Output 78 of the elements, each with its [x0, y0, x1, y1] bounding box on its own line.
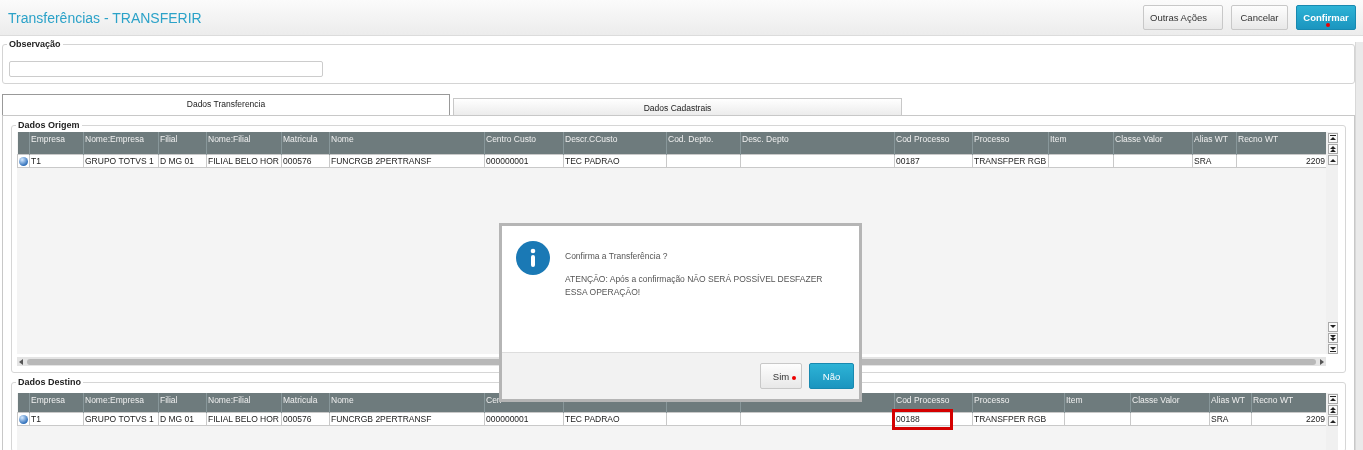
action-button[interactable]: Cancelar [1231, 5, 1288, 30]
column-header[interactable]: Filial [158, 393, 207, 413]
column-header[interactable]: Item [1048, 132, 1114, 155]
table-cell: 2209 [1251, 412, 1327, 426]
table-cell: 2209 [1236, 154, 1327, 168]
info-icon [516, 241, 550, 275]
column-header[interactable]: Processo [972, 393, 1065, 413]
action-button[interactable]: Sim [760, 363, 802, 389]
section-title: Dados Destino [16, 377, 83, 387]
column-header[interactable]: Cod Processo [894, 132, 973, 155]
observacao-field[interactable] [9, 61, 323, 77]
column-header[interactable]: Nome:Empresa [83, 132, 159, 155]
action-button[interactable]: Não [809, 363, 854, 389]
right-arrow-icon[interactable] [1318, 357, 1326, 366]
page-up-icon[interactable] [1328, 405, 1338, 415]
table-cell: D MG 01 [158, 412, 207, 426]
table-cell: TEC PADRAO [563, 412, 667, 426]
table-cell: 000000001 [484, 412, 564, 426]
page-up-icon[interactable] [1328, 144, 1338, 154]
action-button[interactable]: Confirmar [1296, 5, 1356, 30]
table-cell: TEC PADRAO [563, 154, 667, 168]
table-cell: 000000001 [484, 154, 564, 168]
column-header[interactable]: Classe Valor [1113, 132, 1193, 155]
column-header[interactable]: Alias WT [1192, 132, 1237, 155]
table-cell: 000576 [281, 412, 330, 426]
ball-icon [19, 414, 28, 424]
column-header[interactable]: Cod. Depto. [666, 132, 741, 155]
column-header[interactable]: Empresa [29, 132, 84, 155]
column-header[interactable]: Empresa [29, 393, 84, 413]
table-cell: T1 [29, 412, 84, 426]
menu-button[interactable]: Outras Ações [1143, 5, 1223, 30]
field-label: Observação [7, 39, 63, 49]
column-header[interactable]: Classe Valor [1130, 393, 1210, 413]
table-cell: FUNCRGB 2PERTRANSF [329, 412, 485, 426]
column-header[interactable]: Centro Custo [484, 132, 564, 155]
scroll-bottom-icon[interactable] [1328, 344, 1338, 354]
column-header[interactable]: Nome [329, 132, 485, 155]
column-header[interactable]: Matricula [281, 132, 330, 155]
section-title: Dados Origem [16, 120, 82, 130]
column-header[interactable]: Nome:Filial [206, 132, 282, 155]
tab[interactable]: Dados Transferencia [2, 94, 450, 115]
left-arrow-icon[interactable] [17, 357, 25, 366]
dialog-message: ATENÇÃO: Após a confirmação NÃO SERÁ POSSÍVEL DESFAZER ESSA OPERAÇÃO! [565, 273, 824, 299]
column-header[interactable]: Recno WT [1236, 132, 1327, 155]
column-header[interactable]: Recno WT [1251, 393, 1327, 413]
table-cell: D MG 01 [158, 154, 207, 168]
table-cell: SRA [1192, 154, 1237, 168]
scroll-top-icon[interactable] [1328, 394, 1338, 404]
column-header[interactable]: Nome:Empresa [83, 393, 159, 413]
page-down-icon[interactable] [1328, 333, 1338, 343]
table-cell: FUNCRGB 2PERTRANSF [329, 154, 485, 168]
window-title: Transferências - TRANSFERIR [8, 9, 202, 26]
table-cell: SRA [1209, 412, 1252, 426]
table-cell: T1 [29, 154, 84, 168]
column-header[interactable]: Nome:Filial [206, 393, 282, 413]
column-header[interactable]: Filial [158, 132, 207, 155]
table-cell: GRUPO TOTVS 1 [83, 154, 159, 168]
vertical-scrollbar[interactable] [1326, 132, 1338, 354]
column-header[interactable]: Item [1064, 393, 1131, 413]
column-header[interactable]: Matricula [281, 393, 330, 413]
table-cell: GRUPO TOTVS 1 [83, 412, 159, 426]
column-header[interactable]: Nome [329, 393, 485, 413]
column-header[interactable]: Alias WT [1209, 393, 1252, 413]
ball-icon [19, 156, 28, 166]
table-cell: 00187 [894, 154, 973, 168]
table-cell: FILIAL BELO HOR [206, 412, 282, 426]
table-cell: TRANSFPER RGB [972, 412, 1065, 426]
column-header[interactable]: Processo [972, 132, 1049, 155]
page-scrollbar[interactable] [1355, 42, 1363, 450]
table-cell: TRANSFPER RGB [972, 154, 1049, 168]
table-cell: FILIAL BELO HOR [206, 154, 282, 168]
column-header[interactable]: Descr.CCusto [563, 132, 667, 155]
tab[interactable]: Dados Cadastrais [453, 98, 902, 115]
dialog-question: Confirma a Transferência ? [565, 251, 669, 261]
column-header[interactable]: Desc. Depto [740, 132, 895, 155]
vertical-scrollbar[interactable] [1326, 393, 1338, 450]
table-cell: 000576 [281, 154, 330, 168]
scroll-top-icon[interactable] [1328, 133, 1338, 143]
